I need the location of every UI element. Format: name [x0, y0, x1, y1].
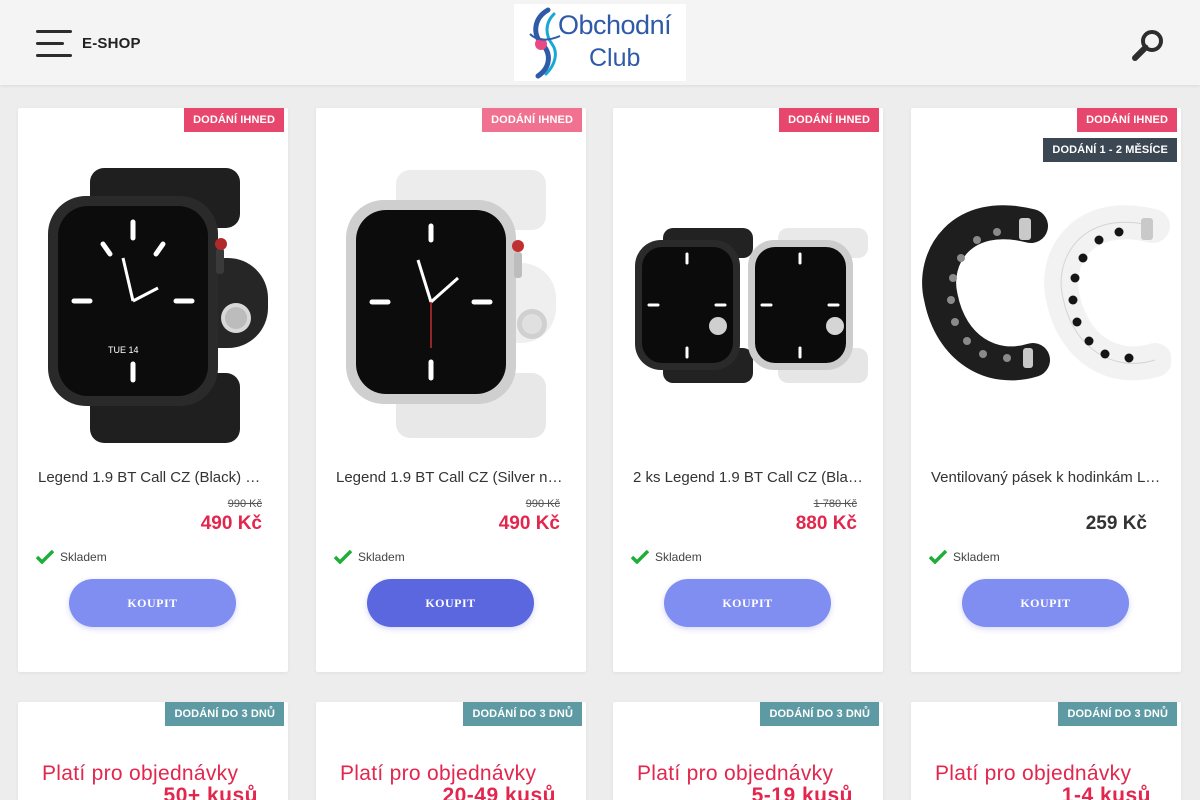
product-image[interactable] — [326, 148, 576, 448]
svg-text:TUE 14: TUE 14 — [108, 345, 139, 355]
offer-text: Platí pro objednávky — [637, 762, 834, 785]
product-card[interactable]: DODÁNÍ IHNED Legend 1.9 BT Call CZ (Silv… — [316, 108, 586, 672]
buy-button[interactable]: KOUPIT — [962, 579, 1129, 627]
magnifier-icon[interactable] — [1130, 28, 1166, 64]
stock-label: Skladem — [655, 550, 702, 564]
checkmark-icon — [36, 550, 54, 564]
logo[interactable]: Obchodní Club — [514, 4, 686, 81]
product-card[interactable]: DODÁNÍ IHNED 2 ks Legend 1.9 BT Call CZ … — [613, 108, 883, 672]
logo-text-secondary: Club — [589, 44, 641, 72]
checkmark-icon — [334, 550, 352, 564]
buy-button[interactable]: KOUPIT — [664, 579, 831, 627]
buy-button[interactable]: KOUPIT — [69, 579, 236, 627]
offer-text: Platí pro objednávky — [42, 762, 239, 785]
product-price: 880 Kč — [795, 513, 857, 534]
checkmark-icon — [631, 550, 649, 564]
product-title[interactable]: 2 ks Legend 1.9 BT Call CZ (Bla… — [633, 469, 865, 486]
delivery-badge: DODÁNÍ IHNED — [779, 108, 879, 132]
delivery-badge: DODÁNÍ IHNED — [184, 108, 284, 132]
product-image[interactable] — [921, 148, 1171, 448]
offer-text: Platí pro objednávky — [935, 762, 1132, 785]
product-price: 490 Kč — [200, 513, 262, 534]
stock-status: Skladem — [36, 550, 107, 564]
bulk-offer-card[interactable]: DODÁNÍ DO 3 DNŮ Platí pro objednávky 50+… — [18, 702, 288, 800]
delivery-badge: DODÁNÍ DO 3 DNŮ — [760, 702, 879, 726]
bulk-offer-card[interactable]: DODÁNÍ DO 3 DNŮ Platí pro objednávky 1-4… — [911, 702, 1181, 800]
product-title[interactable]: Legend 1.9 BT Call CZ (Silver n… — [336, 469, 568, 486]
delivery-badge: DODÁNÍ IHNED — [1077, 108, 1177, 132]
checkmark-icon — [929, 550, 947, 564]
search-button[interactable] — [1130, 28, 1166, 64]
product-card[interactable]: DODÁNÍ IHNED DODÁNÍ 1 - 2 MĚSÍCE Ventilo… — [911, 108, 1181, 672]
offer-text: Platí pro objednávky — [340, 762, 537, 785]
logo-text-primary: Obchodní — [558, 10, 672, 40]
delivery-badge: DODÁNÍ IHNED — [482, 108, 582, 132]
menu-toggle[interactable]: E-SHOP — [36, 30, 141, 57]
menu-label[interactable]: E-SHOP — [82, 35, 141, 52]
product-price: 259 Kč — [1085, 513, 1147, 534]
product-card[interactable]: DODÁNÍ IHNED TUE 14 Legend 1.9 BT Call C… — [18, 108, 288, 672]
offer-quantity: 20-49 kusů — [442, 784, 556, 800]
product-price: 490 Kč — [498, 513, 560, 534]
product-image[interactable] — [623, 148, 873, 448]
product-title[interactable]: Legend 1.9 BT Call CZ (Black) … — [38, 469, 270, 486]
delivery-badge: DODÁNÍ DO 3 DNŮ — [463, 702, 582, 726]
old-price: 990 Kč — [227, 498, 262, 510]
product-image[interactable]: TUE 14 — [28, 148, 278, 448]
hamburger-icon[interactable] — [36, 30, 72, 57]
stock-label: Skladem — [358, 550, 405, 564]
site-header: E-SHOP Obchodní Club — [0, 0, 1200, 85]
stock-label: Skladem — [953, 550, 1000, 564]
old-price: 990 Kč — [525, 498, 560, 510]
offer-quantity: 5-19 kusů — [751, 784, 853, 800]
offer-quantity: 50+ kusů — [163, 784, 258, 800]
product-title[interactable]: Ventilovaný pásek k hodinkám L… — [931, 469, 1163, 486]
stock-status: Skladem — [631, 550, 702, 564]
stock-status: Skladem — [929, 550, 1000, 564]
offer-quantity: 1-4 kusů — [1061, 784, 1151, 800]
stock-status: Skladem — [334, 550, 405, 564]
old-price: 1 780 Kč — [813, 498, 857, 510]
delivery-badge: DODÁNÍ DO 3 DNŮ — [165, 702, 284, 726]
bulk-offer-card[interactable]: DODÁNÍ DO 3 DNŮ Platí pro objednávky 5-1… — [613, 702, 883, 800]
bulk-offer-card[interactable]: DODÁNÍ DO 3 DNŮ Platí pro objednávky 20-… — [316, 702, 586, 800]
delivery-badge: DODÁNÍ DO 3 DNŮ — [1058, 702, 1177, 726]
stock-label: Skladem — [60, 550, 107, 564]
buy-button[interactable]: KOUPIT — [367, 579, 534, 627]
